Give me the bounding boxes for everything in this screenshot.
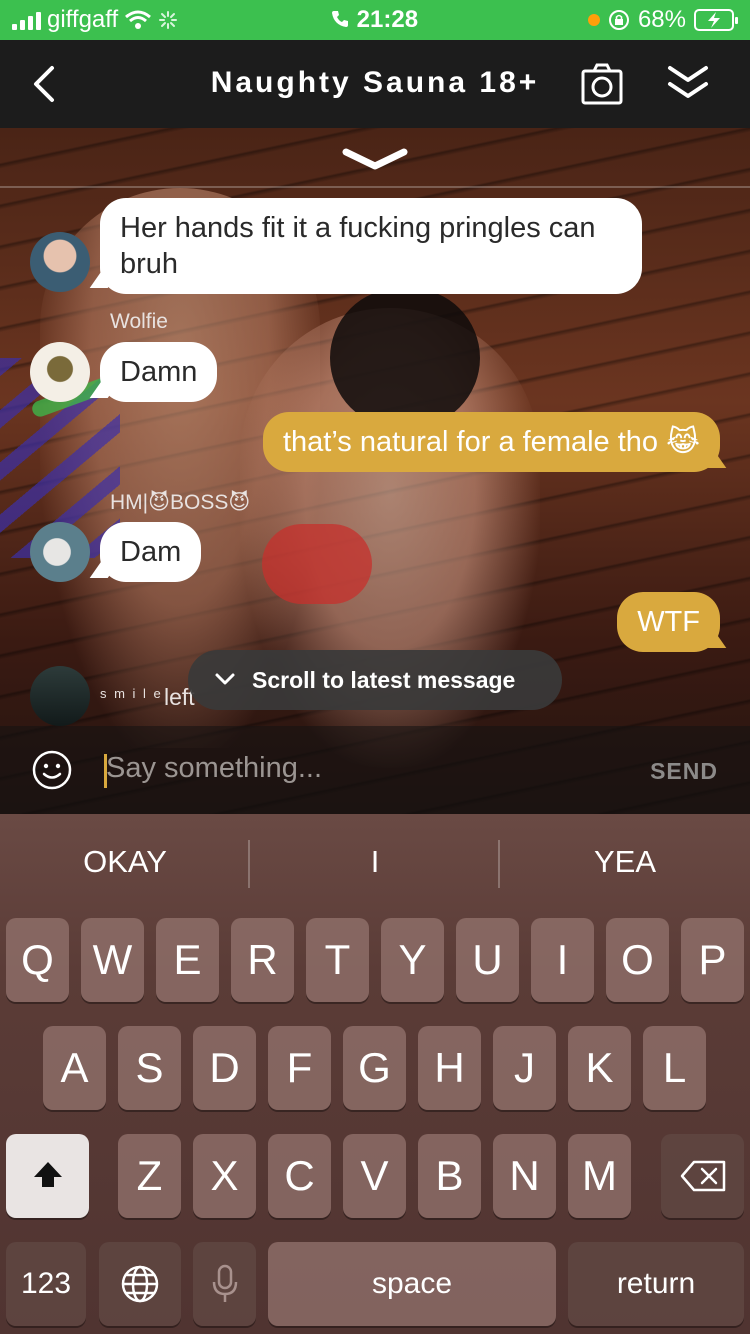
double-chevron-down-icon[interactable] bbox=[664, 62, 712, 106]
key[interactable]: B bbox=[418, 1134, 481, 1218]
dictation-key[interactable] bbox=[193, 1242, 256, 1326]
message-composer: Say something... SEND bbox=[0, 726, 750, 814]
chat-room-scene[interactable]: Her hands fit it a fucking pringles can … bbox=[0, 128, 750, 814]
avatar[interactable] bbox=[30, 666, 90, 726]
time-text: 21:28 bbox=[356, 6, 419, 33]
microphone-icon bbox=[212, 1264, 237, 1302]
suggestion-item[interactable]: YEA bbox=[500, 844, 750, 880]
carrier-group: giffgaff bbox=[12, 6, 178, 34]
suggestion-item[interactable]: OKAY bbox=[0, 844, 250, 880]
status-right: 68% bbox=[587, 6, 738, 34]
avatar-hair bbox=[330, 288, 480, 428]
chat-divider bbox=[0, 186, 750, 188]
wifi-icon bbox=[125, 10, 152, 29]
key[interactable]: A bbox=[43, 1026, 106, 1110]
message-sender: Wolfie bbox=[110, 310, 168, 333]
key[interactable]: K bbox=[568, 1026, 631, 1110]
key[interactable]: S bbox=[118, 1026, 181, 1110]
signal-icon bbox=[12, 10, 41, 30]
phone-call-icon bbox=[332, 11, 348, 27]
orientation-lock-icon bbox=[608, 10, 629, 30]
suggestion-item[interactable]: I bbox=[250, 844, 500, 880]
key[interactable]: E bbox=[156, 918, 219, 1002]
scroll-to-latest-button[interactable]: Scroll to latest message bbox=[188, 650, 562, 710]
send-button[interactable]: SEND bbox=[650, 758, 718, 785]
globe-icon bbox=[121, 1265, 159, 1303]
status-bar: giffgaff 21:28 68% bbox=[0, 0, 750, 40]
scroll-to-latest-label: Scroll to latest message bbox=[252, 666, 516, 693]
shift-key[interactable] bbox=[6, 1134, 89, 1218]
message-bubble[interactable]: Dam bbox=[100, 522, 202, 582]
avatar-outfit bbox=[262, 524, 372, 604]
key[interactable]: L bbox=[643, 1026, 706, 1110]
key[interactable]: Q bbox=[6, 918, 69, 1002]
key[interactable]: G bbox=[343, 1026, 406, 1110]
keyboard: OKAY I YEA Q W E R T Y U I O P A S D F G… bbox=[0, 814, 750, 1334]
avatar[interactable] bbox=[30, 342, 90, 402]
message-bubble-outgoing[interactable]: that’s natural for a female tho 😹 bbox=[262, 412, 720, 472]
room-title: Naughty Sauna 18+ bbox=[210, 66, 540, 99]
battery-percent: 68% bbox=[637, 6, 686, 33]
key[interactable]: H bbox=[418, 1026, 481, 1110]
carrier-name: giffgaff bbox=[47, 6, 119, 33]
key[interactable]: O bbox=[606, 918, 669, 1002]
mic-in-use-indicator bbox=[587, 14, 600, 26]
key[interactable]: M bbox=[568, 1134, 631, 1218]
key[interactable]: R bbox=[231, 918, 294, 1002]
chevron-down-icon bbox=[215, 673, 235, 685]
suggestion-bar: OKAY I YEA bbox=[0, 814, 750, 914]
key[interactable]: I bbox=[531, 918, 594, 1002]
key[interactable]: W bbox=[81, 918, 144, 1002]
return-key[interactable]: return bbox=[568, 1242, 744, 1326]
avatar[interactable] bbox=[30, 232, 90, 292]
key[interactable]: V bbox=[343, 1134, 406, 1218]
key[interactable]: U bbox=[456, 918, 519, 1002]
message-input[interactable]: Say something... bbox=[106, 752, 606, 785]
key[interactable]: Z bbox=[118, 1134, 181, 1218]
key[interactable]: F bbox=[268, 1026, 331, 1110]
key[interactable]: C bbox=[268, 1134, 331, 1218]
backspace-icon bbox=[680, 1160, 725, 1192]
message-sender: HM|😈BOSS😈 bbox=[110, 491, 251, 514]
globe-key[interactable] bbox=[99, 1242, 181, 1326]
loading-spinner-icon bbox=[159, 11, 178, 29]
message-bubble[interactable]: Damn bbox=[100, 342, 218, 402]
key[interactable]: X bbox=[193, 1134, 256, 1218]
key[interactable]: T bbox=[306, 918, 369, 1002]
delete-key[interactable] bbox=[661, 1134, 744, 1218]
avatar[interactable] bbox=[30, 522, 90, 582]
battery-charging-icon bbox=[694, 9, 738, 31]
key[interactable]: Y bbox=[381, 918, 444, 1002]
key[interactable]: N bbox=[493, 1134, 556, 1218]
system-message-user: s m i l e bbox=[100, 686, 163, 701]
key[interactable]: J bbox=[493, 1026, 556, 1110]
message-bubble[interactable]: Her hands fit it a fucking pringles can … bbox=[100, 198, 642, 294]
collapse-handle-icon[interactable] bbox=[342, 146, 408, 172]
key[interactable]: D bbox=[193, 1026, 256, 1110]
chat-header: Naughty Sauna 18+ bbox=[0, 40, 750, 128]
message-bubble-outgoing[interactable]: WTF bbox=[617, 592, 720, 652]
shift-arrow-icon bbox=[33, 1162, 62, 1187]
numbers-key[interactable]: 123 bbox=[6, 1242, 86, 1326]
smiley-icon[interactable] bbox=[32, 750, 72, 790]
space-key[interactable]: space bbox=[268, 1242, 556, 1326]
camera-icon[interactable] bbox=[580, 62, 624, 106]
key[interactable]: P bbox=[681, 918, 744, 1002]
clock: 21:28 bbox=[330, 6, 418, 34]
